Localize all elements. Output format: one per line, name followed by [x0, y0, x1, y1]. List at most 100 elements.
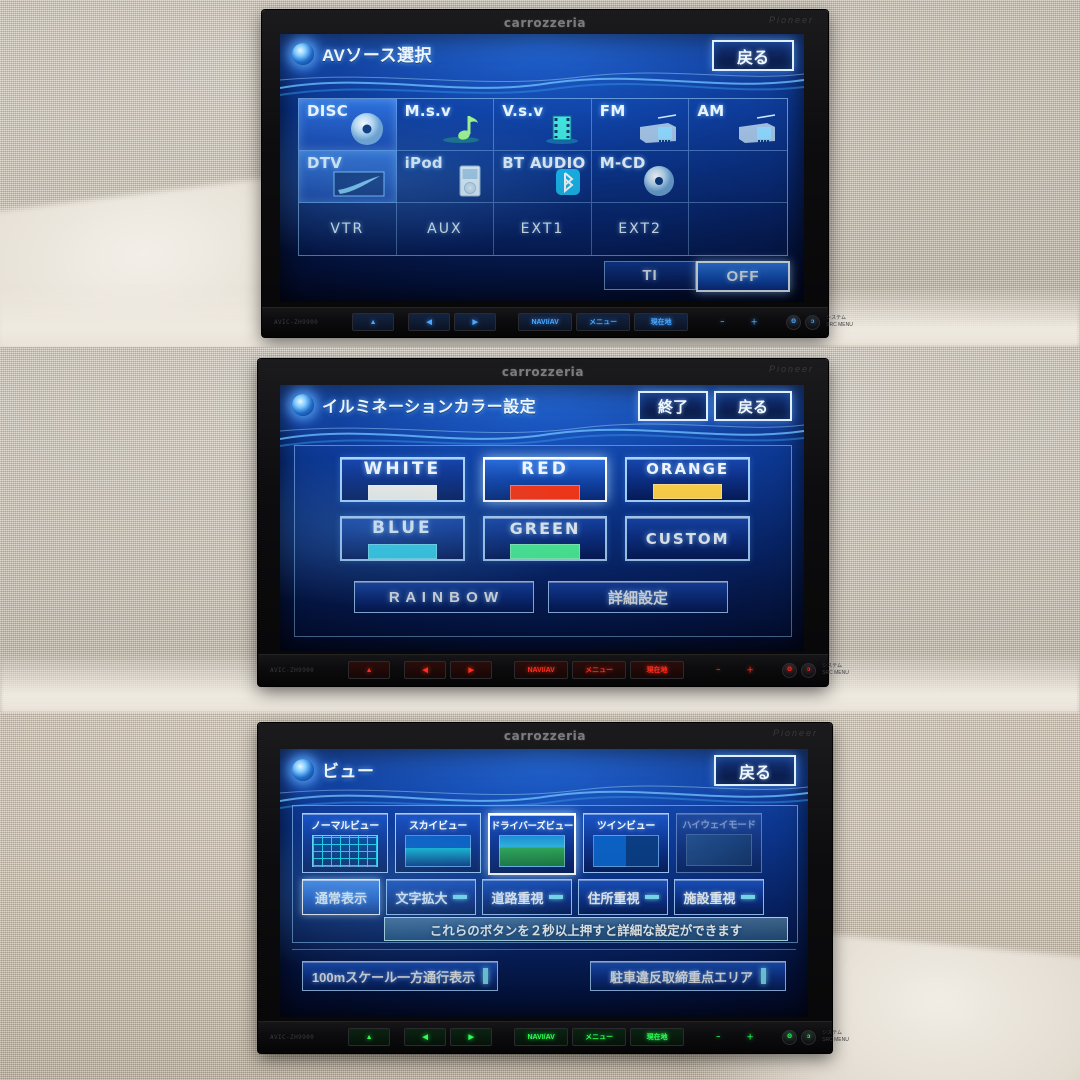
color-button-custom[interactable]: CUSTOM — [625, 516, 750, 561]
color-button-white[interactable]: WHITE — [340, 457, 465, 502]
option-button-text-enlarge[interactable]: 文字拡大 — [386, 879, 476, 915]
view-thumbnail-twin — [593, 835, 659, 867]
source-cell-msv[interactable]: M.s.v — [396, 99, 495, 151]
color-button-red[interactable]: RED — [482, 457, 608, 502]
source-label: EXT2 — [618, 221, 662, 237]
current-location-button[interactable]: 現在地 — [630, 661, 685, 679]
option-label: 通常表示 — [314, 890, 367, 906]
src-menu-button[interactable]: ɔ — [805, 314, 821, 330]
view-label: ツインビュー — [596, 821, 656, 832]
hardware-side-labels: システム SRC MENU — [826, 315, 853, 330]
back-button[interactable]: 戻る — [712, 40, 794, 71]
rainbow-button[interactable]: R A I N B O W — [354, 581, 534, 613]
round-group: Θ ɔ — [786, 314, 821, 330]
source-cell-disc[interactable]: DISC — [299, 99, 397, 151]
option-button-address-priority[interactable]: 住所重視 — [578, 879, 668, 915]
source-cell-ext1[interactable]: EXT1 — [494, 203, 592, 255]
navi-av-button[interactable]: NAVI/AV — [518, 313, 573, 331]
source-cell-mcd[interactable]: M-CD — [591, 151, 690, 203]
volume-up-button[interactable]: ＋ — [736, 1029, 764, 1045]
option-button-facility-priority[interactable]: 施設重視 — [674, 879, 764, 915]
source-cell-dtv[interactable]: DTV — [299, 151, 397, 203]
color-label: GREEN — [509, 518, 581, 538]
color-swatch — [510, 485, 580, 500]
detail-settings-button[interactable]: 詳細設定 — [548, 581, 728, 613]
view-thumbnail-sky — [405, 835, 471, 867]
next-track-button[interactable]: ▶ — [454, 313, 497, 331]
screen-title-row: AVソース選択 — [292, 41, 432, 66]
ti-button[interactable]: TI — [604, 261, 696, 290]
view-button-sky[interactable]: スカイビュー — [395, 813, 481, 873]
radio-icon — [738, 114, 776, 143]
current-location-label: 現在地 — [650, 319, 672, 326]
brand-bar: carrozzeria Pioneer — [258, 359, 828, 385]
prev-icon: ◀ — [426, 319, 432, 326]
view-button-drivers[interactable]: ドライバーズビュー — [488, 813, 576, 875]
eject-button[interactable]: ▲ — [352, 313, 395, 331]
volume-down-button[interactable]: − — [704, 1029, 732, 1045]
oneway-display-toggle[interactable]: 100mスケール一方通行表示 — [302, 961, 498, 991]
current-location-label: 現在地 — [646, 667, 668, 674]
off-button[interactable]: OFF — [696, 261, 790, 292]
color-button-green[interactable]: GREEN — [482, 516, 608, 561]
source-label: FM — [599, 102, 626, 120]
color-button-blue[interactable]: BLUE — [340, 516, 465, 561]
back-button[interactable]: 戻る — [714, 391, 792, 421]
finish-button[interactable]: 終了 — [638, 391, 708, 421]
current-location-button[interactable]: 現在地 — [634, 313, 689, 331]
navi-av-label: NAVI/AV — [531, 318, 559, 326]
volume-down-button[interactable]: − — [704, 662, 732, 678]
eject-button[interactable]: ▲ — [348, 661, 391, 679]
src-menu-button[interactable]: ɔ — [801, 662, 817, 678]
view-button-highway[interactable]: ハイウェイモード — [676, 813, 762, 873]
navi-av-button[interactable]: NAVI/AV — [514, 1028, 569, 1046]
source-cell-ipod[interactable]: iPod — [396, 151, 495, 203]
parking-enforcement-toggle[interactable]: 駐車違反取締重点エリア — [590, 961, 786, 991]
volume-up-button[interactable]: ＋ — [740, 314, 768, 330]
eject-button[interactable]: ▲ — [348, 1028, 391, 1046]
parking-enforcement-label: 駐車違反取締重点エリア — [609, 969, 753, 985]
source-cell-am[interactable]: AM — [689, 99, 787, 151]
menu-button[interactable]: メニュー — [572, 1028, 627, 1046]
system-button[interactable]: Θ — [782, 662, 798, 678]
volume-group: − ＋ — [704, 662, 764, 678]
prev-track-button[interactable]: ◀ — [408, 313, 451, 331]
volume-group: − ＋ — [704, 1029, 764, 1045]
eject-icon: ▲ — [365, 1033, 373, 1041]
source-cell-fm[interactable]: FM — [591, 99, 690, 151]
navi-av-button[interactable]: NAVI/AV — [514, 661, 569, 679]
brand-bar: carrozzeria Pioneer — [262, 10, 828, 36]
view-button-normal[interactable]: ノーマルビュー — [302, 813, 388, 873]
source-cell-ext2[interactable]: EXT2 — [592, 203, 690, 255]
volume-down-button[interactable]: − — [708, 314, 736, 330]
pioneer-logo: Pioneer — [768, 15, 814, 25]
system-button[interactable]: Θ — [786, 314, 802, 330]
system-button[interactable]: Θ — [782, 1029, 798, 1045]
back-button[interactable]: 戻る — [714, 755, 796, 786]
source-cell-vtr[interactable]: VTR — [299, 203, 397, 255]
menu-button[interactable]: メニュー — [576, 313, 631, 331]
prev-track-button[interactable]: ◀ — [404, 1028, 447, 1046]
eject-group: ▲ — [348, 1028, 391, 1046]
volume-up-button[interactable]: ＋ — [736, 662, 764, 678]
option-button-normal-display[interactable]: 通常表示 — [302, 879, 380, 915]
option-button-road-priority[interactable]: 道路重視 — [482, 879, 572, 915]
track-group: ◀ ▶ — [404, 661, 493, 679]
system-side-label: システム — [822, 1029, 842, 1036]
head-unit-chassis: carrozzeria Pioneer ビュー 戻る ノーマルビュー スカイビュ… — [258, 723, 849, 1053]
current-location-button[interactable]: 現在地 — [630, 1028, 685, 1046]
source-cell-vsv[interactable]: V.s.v — [494, 99, 592, 151]
next-track-button[interactable]: ▶ — [450, 661, 493, 679]
option-label: 施設重視 — [683, 890, 736, 906]
view-button-twin[interactable]: ツインビュー — [583, 813, 669, 873]
model-label: AVIC-ZH9900 — [270, 666, 315, 674]
source-cell-aux[interactable]: AUX — [397, 203, 495, 255]
hardware-button-bar: AVIC-ZH9900 ▲ ◀ ▶ NAVI/AV メニュー 現在地 − ＋ Θ… — [258, 654, 849, 686]
menu-button[interactable]: メニュー — [572, 661, 627, 679]
src-menu-button[interactable]: ɔ — [801, 1029, 817, 1045]
color-button-orange[interactable]: ORANGE — [625, 457, 750, 502]
next-track-button[interactable]: ▶ — [450, 1028, 493, 1046]
source-cell-bt-audio[interactable]: BT AUDIO — [494, 151, 592, 203]
model-label: AVIC-ZH9900 — [270, 1033, 315, 1041]
prev-track-button[interactable]: ◀ — [404, 661, 447, 679]
